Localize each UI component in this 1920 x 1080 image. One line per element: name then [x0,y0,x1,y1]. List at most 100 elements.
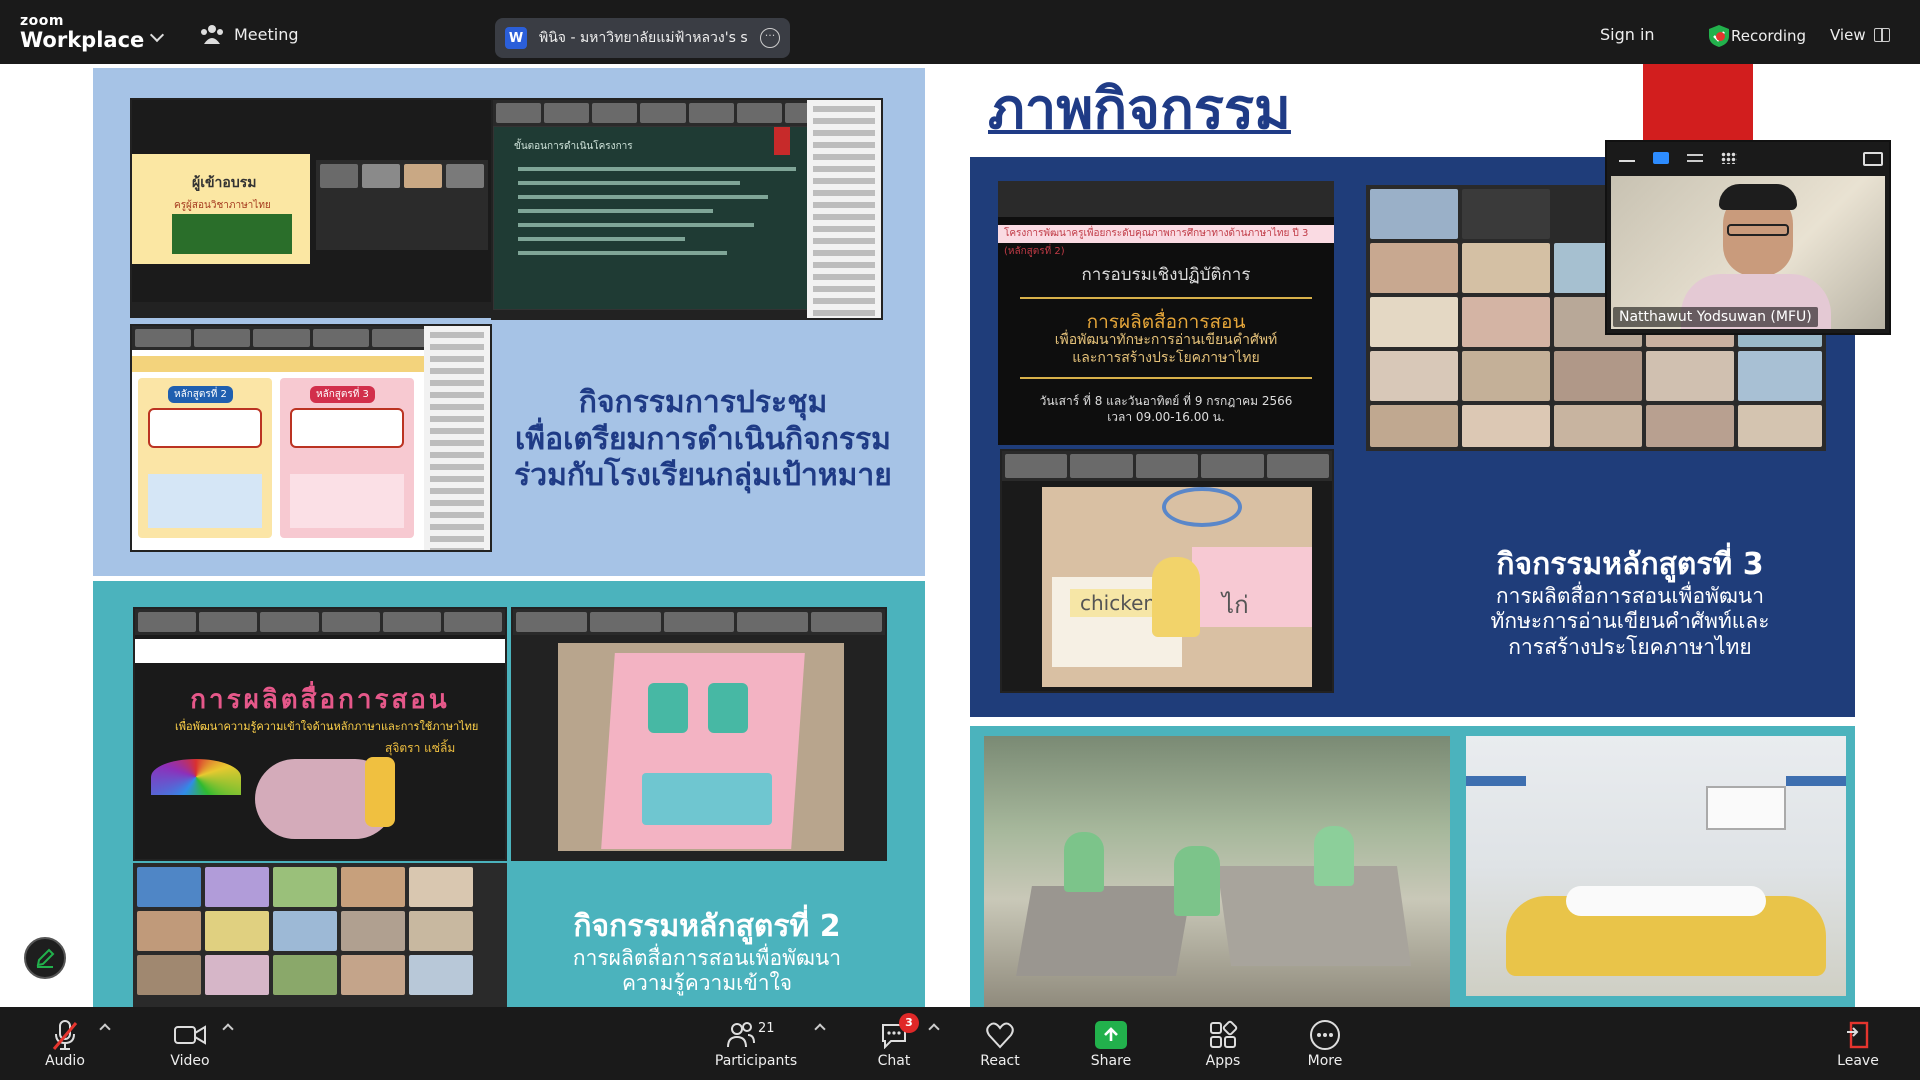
chat-options-caret-icon[interactable] [928,1023,940,1035]
caption-course2-line1: การผลิตสื่อการสอนเพื่อพัฒนา [572,945,842,970]
audio-options-caret-icon[interactable] [99,1023,111,1035]
react-label: React [980,1052,1020,1069]
recording-indicator[interactable]: Recording [1716,27,1806,45]
craft-word-th: ไก่ [1222,591,1249,619]
video-options-caret-icon[interactable] [222,1023,234,1035]
caption-course-2: กิจกรรมหลักสูตรที่ 2 การผลิตสื่อการสอนเพ… [527,909,887,997]
board-line4: และการสร้างประโยคภาษาไทย [1072,350,1260,366]
caption-course3-heading: กิจกรรมหลักสูตรที่ 3 [1496,547,1764,582]
caption-line3: ร่วมกับโรงเรียนกลุ่มเป้าหมาย [514,458,892,494]
craft-screenshot: chicken ไก่ [1000,449,1334,693]
more-dots-icon [1310,1019,1340,1050]
audio-button[interactable]: Audio [40,1007,90,1080]
board-line6: เวลา 09.00-16.00 น. [1107,410,1225,424]
video-button[interactable]: Video [160,1007,220,1080]
participants-icon [727,1021,755,1047]
caption-course3-line3: การสร้างประโยคภาษาไทย [1508,634,1752,659]
meeting-screenshot-3: หลักสูตรที่ 2 หลักสูตรที่ 3 [130,324,492,552]
more-label: More [1307,1052,1343,1069]
screen-share-tab[interactable]: W พินิจ - มหาวิทยาลัยแม่ฟ้าหลวง's scree … [495,18,790,58]
more-button[interactable]: More [1303,1007,1347,1080]
pencil-icon [36,948,55,968]
annotate-pen-button[interactable] [24,937,66,979]
speaker-view-icon[interactable] [1653,152,1669,164]
course2-card: หลักสูตรที่ 2 [138,378,272,538]
participants-label: Participants [714,1052,798,1069]
meeting-button[interactable]: Meeting [200,24,299,44]
caption-course2-line2: ความรู้ความเข้าใจ [621,971,793,996]
workshop-title-board: โครงการพัฒนาครูเพื่อยกระดับคุณภาพการศึกษ… [998,181,1334,445]
course3-label: หลักสูตรที่ 3 [310,386,375,403]
logo-line2: Workplace [20,28,145,52]
participants-options-caret-icon[interactable] [814,1023,826,1035]
gallery-view-icon[interactable] [1721,152,1737,164]
meeting-room-photo [1466,736,1846,996]
chat-button[interactable]: 3 Chat [870,1007,919,1080]
course2-inner-subtitle: เพื่อพัฒนาความรู้ความเข้าใจด้านหลักภาษาแ… [175,720,479,733]
participants-button[interactable]: 21 Participants [712,1007,800,1080]
participants-card: ผู้เข้าอบรม ครูผู้สอนวิชาภาษาไทย [132,154,310,264]
apps-label: Apps [1205,1052,1241,1069]
video-label: Video [170,1052,210,1069]
self-video-controls [1607,142,1889,174]
chevron-down-icon[interactable] [149,27,165,43]
sign-in-button[interactable]: Sign in [1600,25,1655,44]
board-banner: โครงการพัฒนาครูเพื่อยกระดับคุณภาพการศึกษ… [998,225,1334,257]
craft-photo: chicken ไก่ [1042,487,1312,687]
meeting-toolbar: Audio Video 21 Participants 3 Chat React… [0,1007,1920,1080]
recording-label: Recording [1731,27,1807,45]
board-line3: เพื่อพัฒนาทักษะการอ่านเขียนคำศัพท์ [1054,332,1278,348]
chat-unread-badge: 3 [899,1012,919,1033]
view-grid-icon [1873,28,1890,42]
camera-icon [174,1024,206,1045]
self-video-window[interactable]: Natthawut Yodsuwan (MFU) [1605,140,1891,335]
slide-accent-bar [1643,64,1753,144]
shared-screen: ผู้เข้าอบรม ครูผู้สอนวิชาภาษาไทย ขั้นตอน… [0,64,1920,1007]
apps-icon [1210,1020,1238,1048]
caption-line1: กิจกรรมการประชุม [578,385,828,420]
minimize-icon[interactable] [1619,154,1635,162]
screen-share-label: พินิจ - มหาวิทยาลัยแม่ฟ้าหลวง's scree [539,30,748,46]
course2-label: หลักสูตรที่ 2 [168,386,233,403]
board-line1: การอบรมเชิงปฏิบัติการ [1081,265,1251,285]
meeting-label: Meeting [234,24,299,44]
strip-view-icon[interactable] [1687,152,1703,164]
people-icon [201,25,223,44]
participant-grid [316,160,488,250]
panel-meeting-prep: ผู้เข้าอบรม ครูผู้สอนวิชาภาษาไทย ขั้นตอน… [93,68,925,576]
apps-button[interactable]: Apps [1203,1007,1243,1080]
chat-label: Chat [877,1052,911,1069]
course2-inner-title: การผลิตสื่อการสอน [190,685,450,715]
recording-dot-icon [1716,31,1725,41]
audio-label: Audio [45,1052,85,1069]
participants-count: 21 [758,1020,775,1036]
react-button[interactable]: React [975,1007,1025,1080]
view-button[interactable]: View [1830,26,1890,44]
classroom-photo [984,736,1450,1007]
caption-course2-heading: กิจกรรมหลักสูตรที่ 2 [573,909,841,944]
logo-line1: zoom [20,13,64,29]
top-bar: zoom Workplace Meeting W พินิจ - มหาวิทย… [0,0,1920,64]
chalkboard-heading: ขั้นตอนการดำเนินโครงการ [514,141,633,152]
heart-icon [986,1022,1014,1048]
course2-inner-presenter: สุจิตรา แซ่ลิ้ม [385,741,456,755]
meeting-screenshot-1: ผู้เข้าอบรม ครูผู้สอนวิชาภาษาไทย [130,98,495,318]
pop-out-icon[interactable] [1863,152,1883,166]
chalkboard-slide: ขั้นตอนการดำเนินโครงการ [493,126,811,310]
panel-course-2: การผลิตสื่อการสอน เพื่อพัฒนาความรู้ความเ… [93,581,925,1007]
participants-sub: ครูผู้สอนวิชาภาษาไทย [174,200,271,211]
caption-line2: เพื่อเตรียมการดำเนินกิจกรรม [515,421,891,457]
slide-title: ภาพกิจกรรม [988,77,1291,142]
participants-heading: ผู้เข้าอบรม [192,175,257,191]
course3-card: หลักสูตรที่ 3 [280,378,414,538]
leave-door-icon [1847,1021,1869,1048]
board-line5: วันเสาร์ ที่ 8 และวันอาทิตย์ ที่ 9 กรกฎา… [1039,394,1293,408]
more-options-icon[interactable]: ··· [760,28,780,48]
leave-button[interactable]: Leave [1836,1007,1880,1080]
caption-meeting-prep: กิจกรรมการประชุม เพื่อเตรียมการดำเนินกิจ… [493,385,913,495]
chalkboard-image [172,214,292,254]
view-label: View [1830,26,1866,44]
popup-card-photo [558,643,844,851]
share-button[interactable]: Share [1088,1007,1134,1080]
zoom-workplace-logo[interactable]: zoom Workplace [20,14,144,51]
